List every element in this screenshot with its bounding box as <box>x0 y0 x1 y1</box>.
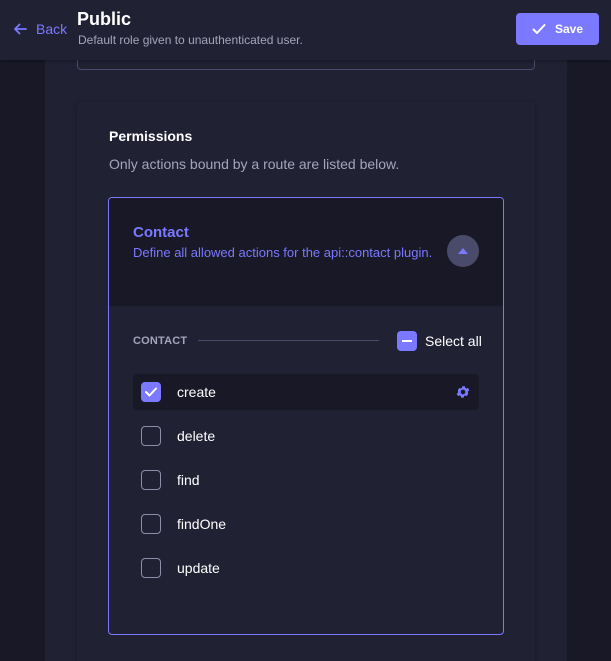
select-all-checkbox[interactable]: Select all <box>397 331 482 351</box>
back-label: Back <box>36 21 68 37</box>
select-all-label: Select all <box>425 333 482 349</box>
page-header: Back Public Default role given to unauth… <box>0 0 611 60</box>
action-row-create[interactable]: create <box>133 374 479 410</box>
action-label: find <box>177 472 200 488</box>
checkmark-icon <box>145 387 157 397</box>
action-label: update <box>177 560 220 576</box>
accordion-toggle-button[interactable] <box>447 235 479 267</box>
check-icon <box>532 24 546 34</box>
cog-icon[interactable] <box>455 384 471 400</box>
action-label: findOne <box>177 516 227 532</box>
save-button[interactable]: Save <box>516 13 599 45</box>
accordion-title: Contact <box>133 224 189 241</box>
chevron-up-icon <box>458 248 468 254</box>
contact-accordion: Contact Define all allowed actions for t… <box>108 197 504 635</box>
accordion-header[interactable]: Contact Define all allowed actions for t… <box>109 198 503 306</box>
section-label: CONTACT <box>133 335 188 347</box>
action-checkbox[interactable] <box>141 382 161 402</box>
action-label: create <box>177 384 216 400</box>
arrow-left-icon <box>14 23 27 35</box>
action-checkbox[interactable] <box>141 558 161 578</box>
role-edit-page: Back Public Default role given to unauth… <box>0 0 611 661</box>
page-title: Public <box>77 9 132 29</box>
action-row-find[interactable]: find <box>133 462 479 498</box>
action-checkbox[interactable] <box>141 426 161 446</box>
back-link[interactable]: Back <box>12 18 67 40</box>
accordion-description: Define all allowed actions for the api::… <box>133 245 433 260</box>
permissions-title: Permissions <box>109 128 193 144</box>
section-divider <box>198 340 379 341</box>
action-row-findone[interactable]: findOne <box>133 506 479 542</box>
action-checkbox[interactable] <box>141 470 161 490</box>
page-subtitle: Default role given to unauthenticated us… <box>78 33 303 47</box>
save-label: Save <box>554 22 584 36</box>
action-checkbox[interactable] <box>141 514 161 534</box>
action-label: delete <box>177 428 216 444</box>
action-row-delete[interactable]: delete <box>133 418 479 454</box>
permissions-description: Only actions bound by a route are listed… <box>109 156 400 172</box>
action-row-update[interactable]: update <box>133 550 479 586</box>
indeterminate-checkbox-icon <box>397 331 417 351</box>
